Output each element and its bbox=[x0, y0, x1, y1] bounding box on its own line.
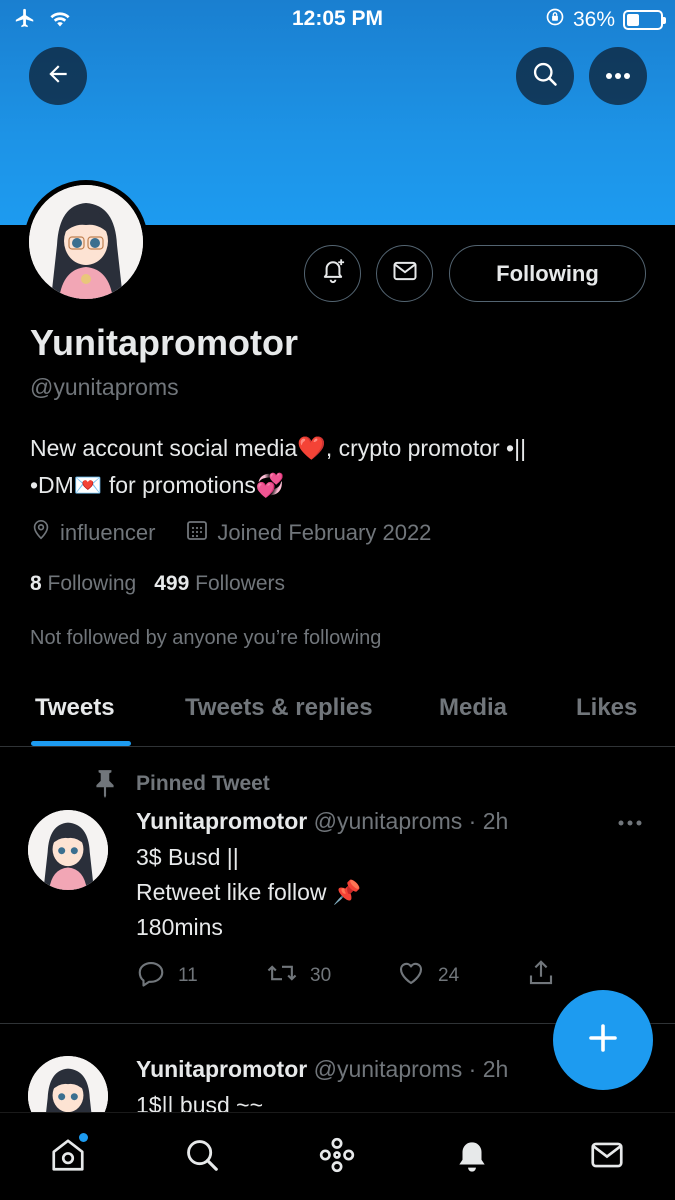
pin-icon bbox=[92, 768, 118, 803]
message-button[interactable] bbox=[376, 245, 433, 302]
tweet-author-name[interactable]: Yunitapromotor bbox=[136, 808, 307, 834]
home-unread-dot bbox=[79, 1133, 88, 1142]
back-button[interactable] bbox=[29, 47, 87, 105]
explore-icon bbox=[183, 1136, 221, 1179]
tweet-actions: 11 30 24 bbox=[136, 958, 656, 994]
messages-icon bbox=[588, 1136, 626, 1179]
following-link[interactable]: 8 Following bbox=[30, 572, 136, 596]
tab-likes[interactable]: Likes bbox=[576, 694, 637, 722]
like-icon bbox=[396, 958, 426, 994]
tab-tweets-replies[interactable]: Tweets & replies bbox=[185, 694, 373, 722]
followers-count: 499 bbox=[154, 572, 190, 595]
more-button[interactable] bbox=[589, 47, 647, 105]
following-label: Following bbox=[47, 572, 137, 595]
tweet-header: Yunitapromotor @yunitaproms · 2h bbox=[136, 1056, 508, 1083]
profile-joined: Joined February 2022 bbox=[217, 520, 432, 545]
back-arrow-icon bbox=[45, 61, 71, 92]
tweet-more-icon[interactable] bbox=[617, 814, 643, 832]
compose-plus-icon bbox=[585, 1020, 621, 1061]
profile-name: Yunitapromotor bbox=[30, 322, 298, 363]
tweet-line-2: Retweet like follow 📌 bbox=[136, 879, 362, 905]
retweet-icon bbox=[266, 958, 298, 994]
share-button[interactable] bbox=[526, 958, 656, 994]
bottom-navigation bbox=[0, 1112, 675, 1200]
profile-stats: 8 Following 499 Followers bbox=[30, 572, 285, 596]
share-icon bbox=[526, 958, 556, 994]
mail-icon bbox=[391, 257, 419, 290]
home-icon bbox=[49, 1136, 87, 1179]
avatar-image bbox=[29, 185, 143, 299]
profile-meta: influencer Joined February 2022 bbox=[30, 518, 431, 548]
location-pin-icon bbox=[30, 519, 52, 547]
tweet-text: 1$|| busd ~~ bbox=[136, 1088, 263, 1112]
tab-tweets[interactable]: Tweets bbox=[35, 694, 115, 722]
tweet-author-name[interactable]: Yunitapromotor bbox=[136, 1056, 307, 1082]
status-bar: 12:05 PM 36% bbox=[0, 0, 675, 38]
active-tab-indicator bbox=[31, 741, 131, 746]
bio-line-2: •DM💌 for promotions💞 bbox=[30, 472, 285, 498]
profile-tabs: Tweets Tweets & replies Media Likes bbox=[0, 680, 675, 747]
tweet-item[interactable]: Pinned Tweet Yunitapromotor @yunitaproms… bbox=[0, 748, 675, 1024]
search-icon bbox=[531, 60, 559, 93]
tweet-line-3: 180mins bbox=[136, 914, 223, 940]
tweet-header: Yunitapromotor @yunitaproms · 2h bbox=[136, 808, 508, 835]
profile-location: influencer bbox=[60, 520, 156, 545]
reply-icon bbox=[136, 958, 166, 994]
nav-home[interactable] bbox=[48, 1133, 88, 1179]
more-icon bbox=[605, 67, 631, 85]
retweet-count: 30 bbox=[310, 965, 332, 986]
bio-line-1: New account social media❤️, crypto promo… bbox=[30, 435, 527, 461]
nav-spaces[interactable] bbox=[317, 1137, 357, 1177]
nav-explore[interactable] bbox=[182, 1137, 222, 1177]
like-button[interactable]: 24 bbox=[396, 958, 526, 994]
retweet-button[interactable]: 30 bbox=[266, 958, 396, 994]
following-button[interactable]: Following bbox=[449, 245, 646, 302]
notification-bell-plus-icon bbox=[319, 257, 347, 290]
notifications-icon bbox=[453, 1136, 491, 1179]
tweet-avatar[interactable] bbox=[28, 1056, 108, 1112]
tweet-text: 3$ Busd || Retweet like follow 📌 180mins bbox=[136, 840, 362, 945]
tweet-line-1: 3$ Busd || bbox=[136, 844, 239, 870]
battery-percent: 36% bbox=[572, 8, 615, 31]
followers-link[interactable]: 499 Followers bbox=[154, 572, 285, 596]
compose-tweet-button[interactable] bbox=[553, 990, 653, 1090]
tweet-handle-time: @yunitaproms · 2h bbox=[313, 1056, 509, 1082]
calendar-icon bbox=[185, 518, 209, 548]
rotation-lock-icon bbox=[545, 7, 565, 33]
followers-label: Followers bbox=[195, 572, 285, 595]
tab-media[interactable]: Media bbox=[439, 694, 507, 722]
tweet-handle-time: @yunitaproms · 2h bbox=[313, 808, 509, 834]
spaces-icon bbox=[317, 1135, 357, 1180]
notify-button[interactable] bbox=[304, 245, 361, 302]
profile-bio: New account social media❤️, crypto promo… bbox=[30, 430, 650, 504]
profile-handle: @yunitaproms bbox=[30, 374, 179, 400]
reply-button[interactable]: 11 bbox=[136, 958, 266, 994]
like-count: 24 bbox=[438, 965, 460, 986]
nav-messages[interactable] bbox=[587, 1137, 627, 1177]
pinned-label: Pinned Tweet bbox=[136, 772, 270, 795]
nav-notifications[interactable] bbox=[452, 1137, 492, 1177]
search-button[interactable] bbox=[516, 47, 574, 105]
following-count: 8 bbox=[30, 572, 42, 595]
tweet-avatar[interactable] bbox=[28, 810, 108, 890]
followed-by-note: Not followed by anyone you’re following bbox=[30, 627, 382, 649]
profile-avatar[interactable] bbox=[24, 180, 148, 304]
battery-icon bbox=[623, 10, 666, 30]
reply-count: 11 bbox=[178, 965, 198, 986]
tweet-line-1: 1$|| busd ~~ bbox=[136, 1092, 264, 1112]
